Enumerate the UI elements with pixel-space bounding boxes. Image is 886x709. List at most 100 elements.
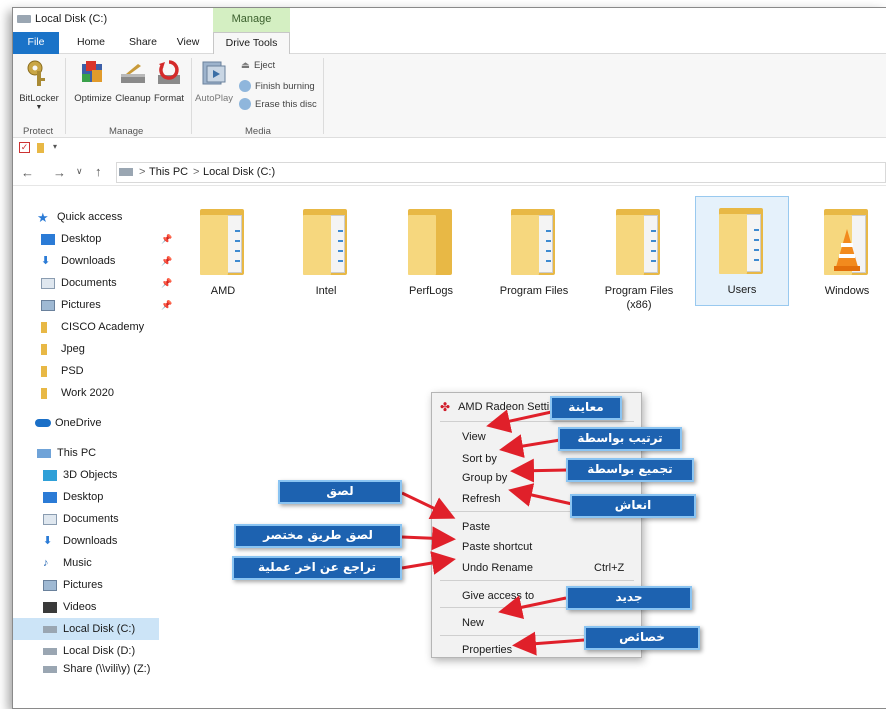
menu-item-properties[interactable]: Properties bbox=[462, 641, 512, 659]
back-arrow-icon[interactable]: ← bbox=[21, 165, 34, 180]
folder-users[interactable]: Users bbox=[695, 196, 789, 306]
nav-music[interactable]: ♪ Music bbox=[43, 552, 92, 574]
nav-label: Share (\\vili\y) (Z:) bbox=[63, 663, 151, 675]
pin-icon[interactable]: 📌 bbox=[161, 294, 172, 316]
ribbon-separator bbox=[191, 58, 192, 134]
manage-context-tab-header: Manage bbox=[213, 8, 290, 32]
format-icon bbox=[158, 60, 180, 84]
autoplay-button[interactable]: AutoPlay bbox=[193, 58, 235, 104]
folder-program-files-x86[interactable]: Program Files (x86) bbox=[593, 198, 685, 312]
menu-item-new[interactable]: New bbox=[462, 614, 484, 632]
folder-windows[interactable]: Windows bbox=[801, 198, 886, 298]
nav-label: Quick access bbox=[57, 211, 123, 223]
nav-work-2020[interactable]: Work 2020 bbox=[41, 382, 114, 404]
folder-icon bbox=[509, 205, 559, 277]
pin-icon[interactable]: 📌 bbox=[161, 250, 172, 272]
nav-pictures-pc[interactable]: Pictures bbox=[43, 574, 103, 596]
nav-psd[interactable]: PSD bbox=[41, 360, 84, 382]
nav-local-disk-d[interactable]: Local Disk (D:) bbox=[43, 640, 135, 662]
nav-onedrive[interactable]: OneDrive bbox=[35, 412, 101, 434]
menu-item-undo-rename[interactable]: Undo Rename bbox=[462, 559, 533, 577]
tab-drive-tools[interactable]: Drive Tools bbox=[213, 32, 290, 55]
nav-cisco-academy[interactable]: CISCO Academy bbox=[41, 316, 144, 338]
tab-file[interactable]: File bbox=[13, 32, 59, 54]
callout-view: معاينة bbox=[550, 396, 622, 420]
nav-3d-objects[interactable]: 3D Objects bbox=[43, 464, 117, 486]
properties-check-icon[interactable]: ✓ bbox=[19, 142, 30, 153]
computer-icon bbox=[37, 448, 51, 458]
nav-label: Local Disk (C:) bbox=[63, 623, 136, 635]
nav-quick-access[interactable]: ★ Quick access bbox=[37, 206, 122, 228]
nav-label: Pictures bbox=[61, 299, 101, 311]
pin-icon[interactable]: 📌 bbox=[161, 272, 172, 294]
folder-intel[interactable]: Intel bbox=[280, 198, 372, 298]
menu-item-view[interactable]: View bbox=[462, 428, 486, 446]
menu-item-paste[interactable]: Paste bbox=[462, 518, 490, 536]
bitlocker-button[interactable]: BitLocker ▼ bbox=[15, 58, 63, 112]
pin-icon[interactable]: 📌 bbox=[161, 228, 172, 250]
nav-local-disk-c[interactable]: Local Disk (C:) bbox=[43, 618, 135, 640]
nav-downloads[interactable]: ⬇ Downloads 📌 bbox=[41, 250, 172, 272]
nav-videos[interactable]: Videos bbox=[43, 596, 96, 618]
tab-share[interactable]: Share bbox=[123, 32, 163, 54]
nav-share-z[interactable]: Share (\\vili\y) (Z:) bbox=[43, 662, 150, 676]
menu-item-group-by[interactable]: Group by bbox=[462, 469, 507, 487]
menu-item-refresh[interactable]: Refresh bbox=[462, 490, 501, 508]
nav-this-pc[interactable]: This PC bbox=[37, 442, 96, 464]
folder-program-files[interactable]: Program Files bbox=[488, 198, 580, 298]
nav-jpeg[interactable]: Jpeg bbox=[41, 338, 85, 360]
folder-icon bbox=[301, 205, 351, 277]
ribbon: BitLocker ▼ Protect Optimize Cleanup For… bbox=[13, 54, 886, 138]
nav-downloads-pc[interactable]: ⬇ Downloads bbox=[43, 530, 117, 552]
menu-item-amd-radeon[interactable]: ✤ AMD Radeon Setti bbox=[440, 398, 549, 416]
folder-icon bbox=[717, 204, 767, 276]
folder-icon bbox=[198, 205, 248, 277]
star-icon: ★ bbox=[37, 209, 49, 225]
tab-view[interactable]: View bbox=[170, 32, 206, 54]
folder-icon bbox=[614, 205, 664, 277]
explorer-window: Local Disk (C:) Manage File Home Share V… bbox=[12, 7, 886, 709]
nav-documents-pc[interactable]: Documents bbox=[43, 508, 119, 530]
nav-documents[interactable]: Documents 📌 bbox=[41, 272, 172, 294]
format-button[interactable]: Format bbox=[149, 58, 189, 104]
breadcrumb-local-disk[interactable]: Local Disk (C:) bbox=[203, 166, 275, 178]
menu-shortcut-ctrl-z: Ctrl+Z bbox=[594, 562, 625, 574]
folder-amd[interactable]: AMD bbox=[177, 198, 269, 298]
disk-cleanup-icon bbox=[121, 64, 145, 83]
eject-button[interactable]: ⏏ Eject bbox=[241, 60, 275, 71]
callout-properties: خصائص bbox=[584, 626, 700, 650]
up-arrow-icon[interactable]: ↑ bbox=[95, 164, 102, 179]
quick-access-toolbar: ✓ ▾ bbox=[13, 139, 886, 159]
new-folder-icon[interactable] bbox=[37, 143, 44, 153]
tab-home[interactable]: Home bbox=[71, 32, 111, 54]
group-label-media: Media bbox=[245, 126, 271, 137]
menu-item-give-access[interactable]: Give access to bbox=[462, 587, 534, 605]
finish-burning-button[interactable]: Finish burning bbox=[239, 80, 315, 92]
recent-chevron-icon[interactable]: ∨ bbox=[76, 166, 83, 177]
bitlocker-label: BitLocker bbox=[19, 93, 59, 104]
nav-label: CISCO Academy bbox=[61, 321, 145, 333]
drive-icon bbox=[119, 168, 133, 176]
forward-arrow-icon[interactable]: → bbox=[53, 165, 66, 180]
folder-label: Program Files (x86) bbox=[604, 285, 674, 311]
erase-disc-button[interactable]: Erase this disc bbox=[239, 98, 317, 110]
optimize-label: Optimize bbox=[74, 93, 112, 104]
folder-perflogs[interactable]: PerfLogs bbox=[385, 198, 477, 298]
address-bar[interactable]: > This PC > Local Disk (C:) bbox=[116, 162, 886, 183]
folder-icon bbox=[406, 205, 456, 277]
nav-label: Pictures bbox=[63, 579, 103, 591]
nav-label: Downloads bbox=[61, 255, 116, 267]
autoplay-icon bbox=[202, 61, 226, 85]
menu-item-sort-by[interactable]: Sort by bbox=[462, 450, 497, 468]
optimize-button[interactable]: Optimize bbox=[69, 58, 117, 104]
download-arrow-icon: ⬇ bbox=[43, 534, 53, 547]
nav-pictures[interactable]: Pictures 📌 bbox=[41, 294, 172, 316]
nav-desktop[interactable]: Desktop 📌 bbox=[41, 228, 172, 250]
document-icon bbox=[41, 277, 55, 289]
nav-desktop-pc[interactable]: Desktop bbox=[43, 486, 103, 508]
menu-item-paste-shortcut[interactable]: Paste shortcut bbox=[462, 538, 532, 556]
chevron-down-icon[interactable]: ▾ bbox=[53, 142, 57, 151]
breadcrumb-this-pc[interactable]: This PC bbox=[149, 166, 188, 178]
key-icon bbox=[27, 60, 45, 86]
cleanup-button[interactable]: Cleanup bbox=[113, 58, 153, 104]
